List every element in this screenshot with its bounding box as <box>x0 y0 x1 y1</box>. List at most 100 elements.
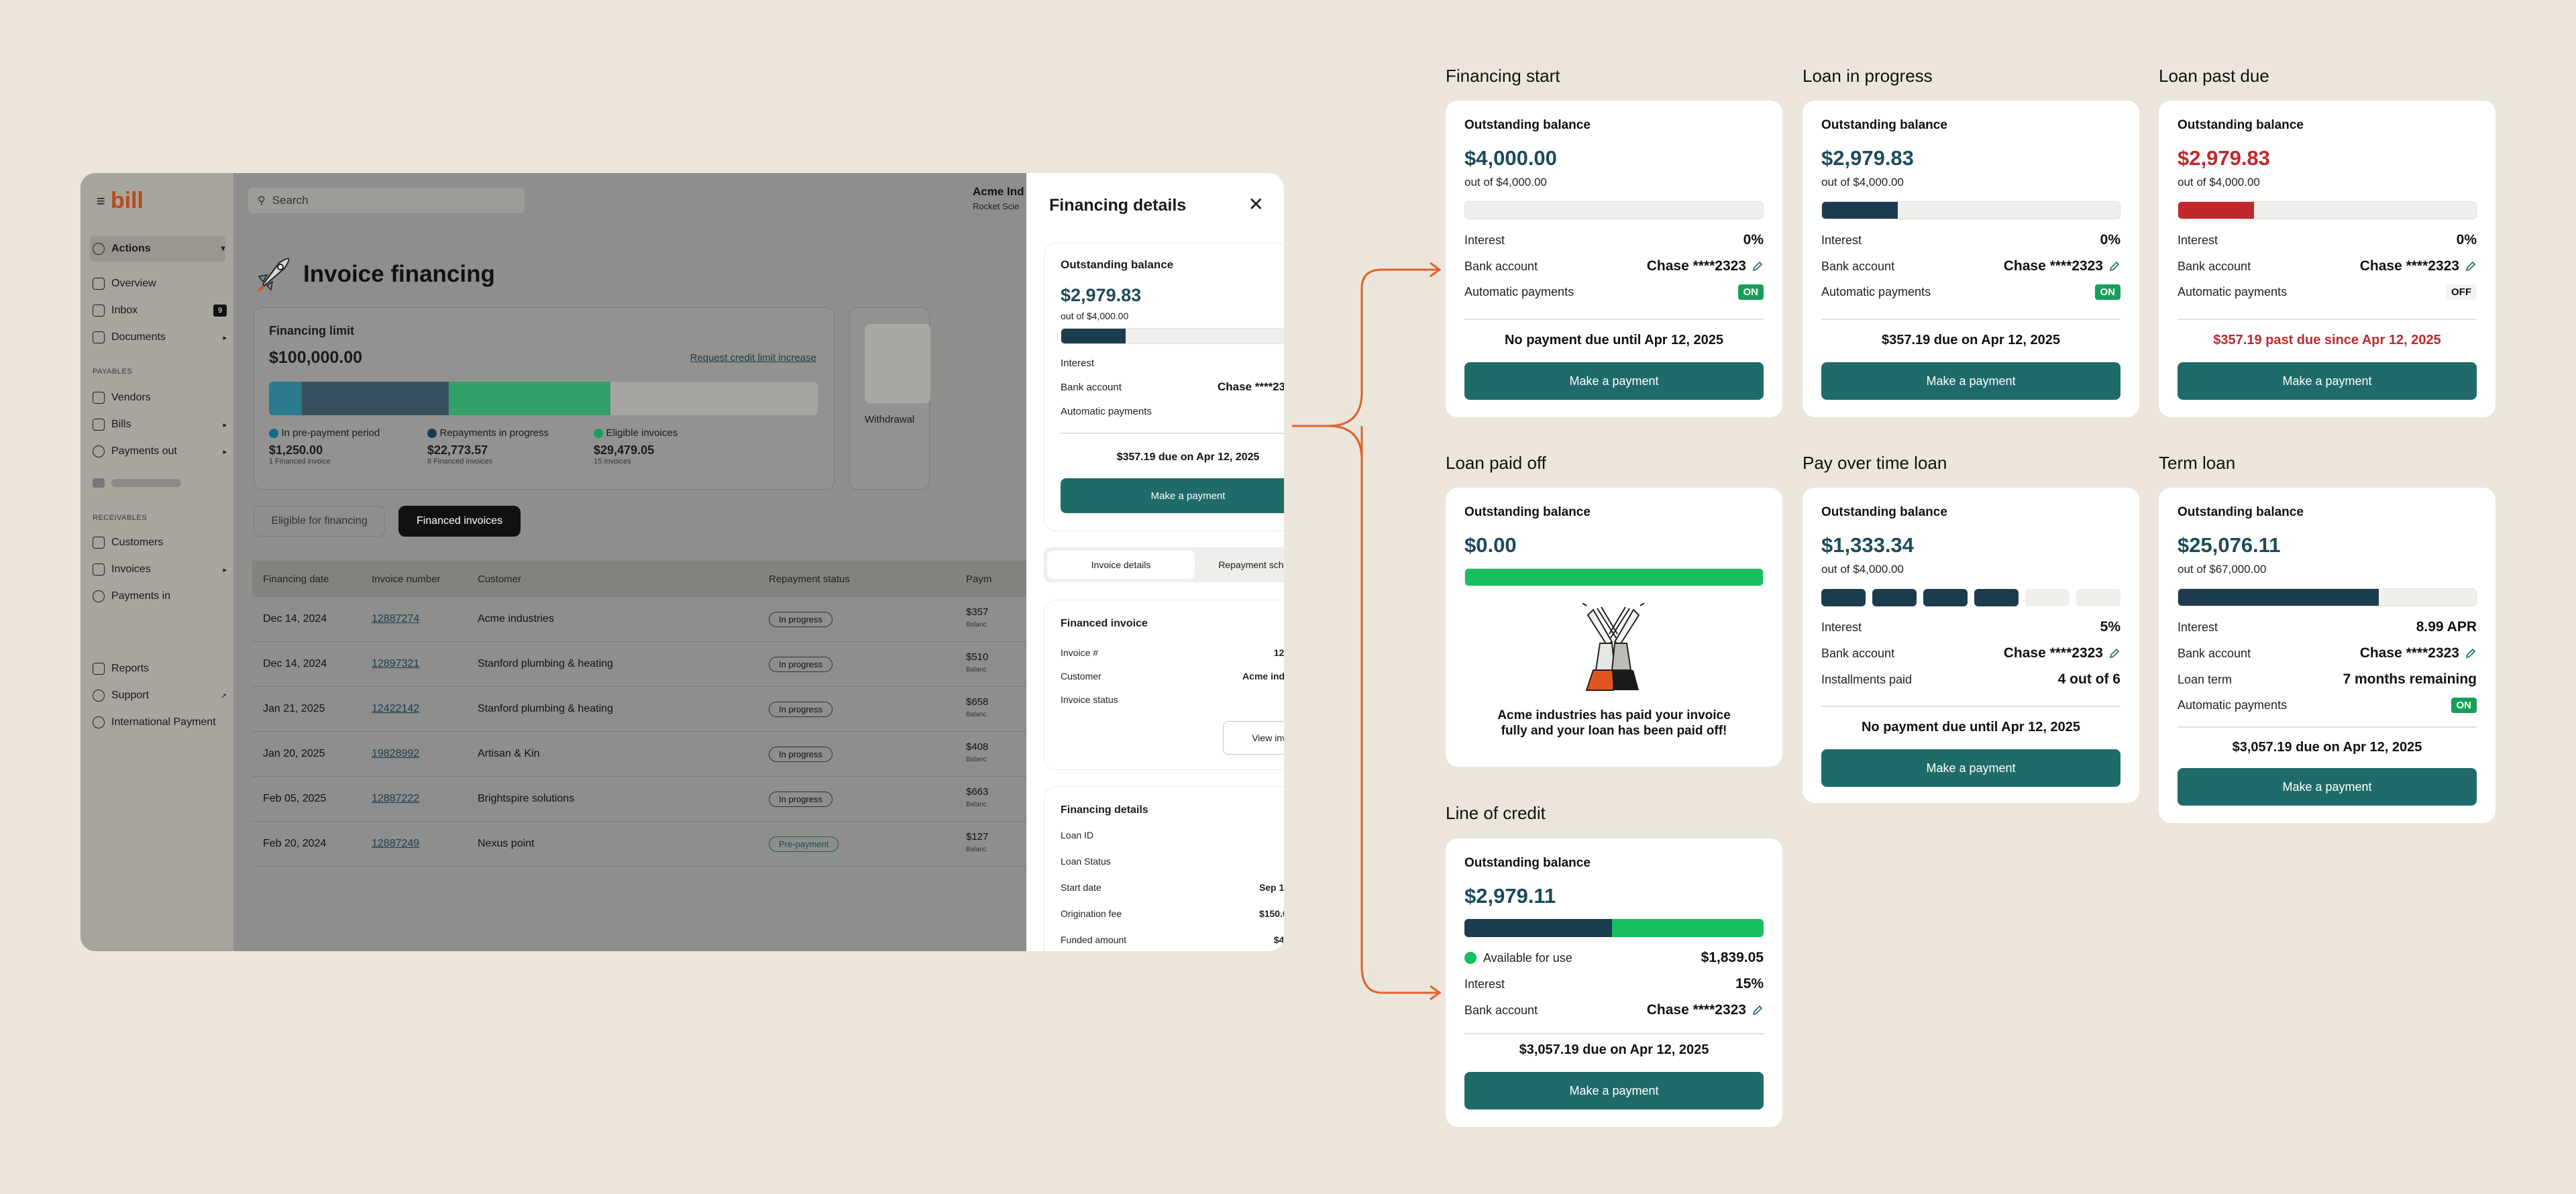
tab-invoice-details[interactable]: Invoice details <box>1047 551 1195 579</box>
sidebar-item-bills[interactable]: Bills ▸ <box>93 419 227 431</box>
sidebar-item-reports[interactable]: Reports <box>93 663 227 675</box>
cell-invoice-link[interactable]: 19828992 <box>372 748 419 760</box>
bill-logo[interactable]: ≡ bill <box>97 188 144 214</box>
cell-date: Jan 20, 2025 <box>263 748 325 759</box>
company-name[interactable]: Acme Ind <box>973 185 1024 199</box>
auto-row: Automatic payments OFF <box>2178 284 2477 300</box>
financed-invoice-card: Financed invoice Invoice # 12887274 Custom… <box>1044 600 1284 770</box>
financing-limit-bar <box>269 382 818 415</box>
sidebar-item-documents[interactable]: Documents ▸ <box>93 331 227 343</box>
pencil-icon[interactable] <box>2108 647 2121 659</box>
detail-label: Origination fee <box>1061 908 1122 919</box>
make-payment-button[interactable]: Make a payment <box>1061 478 1284 513</box>
divider <box>2178 319 2477 320</box>
sidebar-item-invoices[interactable]: Invoices ▸ <box>93 563 227 576</box>
divider <box>1061 433 1284 434</box>
table-row[interactable]: Dec 14, 2024 12887274 Acme industries In pr… <box>252 597 1026 642</box>
withdrawal-panel[interactable]: Withdrawal <box>849 307 930 490</box>
balance-amount: $0.00 <box>1464 533 1517 557</box>
sidebar-item-vendors[interactable]: Vendors <box>93 392 227 404</box>
auto-toggle[interactable]: ON <box>1737 284 1764 300</box>
make-payment-button[interactable]: Make a payment <box>2178 768 2477 806</box>
financed-invoice-title: Financed invoice <box>1061 618 1148 629</box>
make-payment-button[interactable]: Make a payment <box>2178 362 2477 400</box>
auto-toggle[interactable]: ON <box>2094 284 2121 300</box>
request-limit-link[interactable]: Request credit limit increase <box>690 352 816 364</box>
available-row: Available for use $1,839.05 <box>1464 950 1764 966</box>
detail-value: 12887274 <box>1273 647 1284 658</box>
main-content: ⚲ Search Acme Ind Rocket Scie Invoice fin… <box>233 173 1026 951</box>
sidebar-item-support[interactable]: Support ↗ <box>93 690 227 702</box>
tab-repayment-schedule[interactable]: Repayment schedule <box>1197 551 1284 579</box>
menu-icon[interactable]: ≡ <box>97 193 105 210</box>
make-payment-button[interactable]: Make a payment <box>1464 1072 1764 1109</box>
view-invoice-button[interactable]: View invoice <box>1223 721 1284 755</box>
receivables-heading: RECEIVABLES <box>93 514 148 522</box>
detail-value: Acme industries <box>1242 671 1284 682</box>
financing-limit-label: Financing limit <box>269 324 355 337</box>
help-icon <box>93 690 105 702</box>
search-icon: ⚲ <box>258 195 266 207</box>
sidebar-placeholder-item <box>93 475 227 491</box>
pencil-icon[interactable] <box>1752 1004 1764 1016</box>
make-payment-button[interactable]: Make a payment <box>1821 749 2121 787</box>
card-title-loan-past-due: Loan past due <box>2159 66 2269 86</box>
tab-financed[interactable]: Financed invoices <box>398 506 521 537</box>
pencil-icon[interactable] <box>2465 260 2477 272</box>
make-payment-button[interactable]: Make a payment <box>1821 362 2121 400</box>
detail-row: Start date Sep 15, 2024 <box>1061 882 1284 893</box>
past-due-text: $357.19 past due since Apr 12, 2025 <box>2213 333 2441 347</box>
table-row[interactable]: Dec 14, 2024 12897321 Stanford plumbing & … <box>252 642 1026 687</box>
cell-invoice-link[interactable]: 12887222 <box>372 793 419 805</box>
cell-invoice-link[interactable]: 12887274 <box>372 613 419 625</box>
search-input[interactable]: ⚲ Search <box>248 188 525 213</box>
table-row[interactable]: Jan 21, 2025 12422142 Stanford plumbing & … <box>252 687 1026 732</box>
sidebar-item-inbox[interactable]: Inbox 9 <box>93 305 227 317</box>
detail-label: Loan ID <box>1061 830 1094 840</box>
cell-invoice-link[interactable]: 12897321 <box>372 658 419 670</box>
progress-fill <box>1465 569 1763 586</box>
card-loan-paid-off: Outstanding balance $0.00 Acme industrie… <box>1446 488 1782 767</box>
card-title-loan-paid-off: Loan paid off <box>1446 453 1546 473</box>
pencil-icon[interactable] <box>2465 647 2477 659</box>
placeholder-bar <box>111 479 181 487</box>
cell-invoice-link[interactable]: 12422142 <box>372 703 419 715</box>
table-row[interactable]: Feb 20, 2024 12887249 Nexus point Pre-payme… <box>252 822 1026 867</box>
close-icon[interactable]: ✕ <box>1248 193 1264 215</box>
vendor-icon <box>93 392 105 404</box>
due-text: No payment due until Apr 12, 2025 <box>1861 720 2080 735</box>
pencil-icon[interactable] <box>2108 260 2121 272</box>
detail-value: $4,850.00 <box>1273 934 1284 945</box>
installment-paid <box>1872 589 1917 606</box>
cell-invoice-link[interactable]: 12887249 <box>372 838 419 850</box>
progress-fill <box>1061 329 1126 343</box>
sidebar-item-payments-out[interactable]: Payments out ▸ <box>93 445 227 457</box>
actions-button[interactable]: Actions ▼ <box>93 243 227 255</box>
auto-toggle[interactable]: ON <box>2451 698 2477 713</box>
installments-row: Installments paid 4 out of 6 <box>1821 671 2121 687</box>
detail-row: Customer Acme industries <box>1061 671 1284 682</box>
table-row[interactable]: Jan 20, 2025 19828992 Artisan & Kin In prog… <box>252 732 1026 777</box>
card-financing-start: Outstanding balance $4,000.00 out of $4,… <box>1446 101 1782 417</box>
financing-details-title: Financing details <box>1061 804 1148 816</box>
card-line-of-credit: Outstanding balance $2,979.11 Available … <box>1446 838 1782 1127</box>
sidebar-item-overview[interactable]: Overview <box>93 278 227 290</box>
auto-toggle[interactable]: OFF <box>2446 284 2477 300</box>
page-header: Invoice financing <box>252 255 495 294</box>
bank-row: Bank accountChase ****2323 <box>1821 645 2121 661</box>
status-badge: In progress <box>769 701 833 717</box>
sidebar-item-customers[interactable]: Customers <box>93 537 227 549</box>
plus-icon <box>93 243 105 255</box>
tab-eligible[interactable]: Eligible for financing <box>254 506 385 537</box>
detail-label: Start date <box>1061 882 1102 893</box>
table-row[interactable]: Feb 05, 2025 12887222 Brightspire solution… <box>252 777 1026 822</box>
customers-icon <box>93 537 105 549</box>
sidebar-item-payments-in[interactable]: Payments in <box>93 590 227 602</box>
make-payment-button[interactable]: Make a payment <box>1464 362 1764 400</box>
globe-icon <box>93 716 105 728</box>
pencil-icon[interactable] <box>1752 260 1764 272</box>
chevron-right-icon: ▸ <box>223 333 227 342</box>
interest-row: Interest 5% <box>1821 619 2121 635</box>
sidebar-item-international-payment[interactable]: International Payment <box>93 716 227 728</box>
interest-row: Interest0% <box>1061 357 1095 369</box>
